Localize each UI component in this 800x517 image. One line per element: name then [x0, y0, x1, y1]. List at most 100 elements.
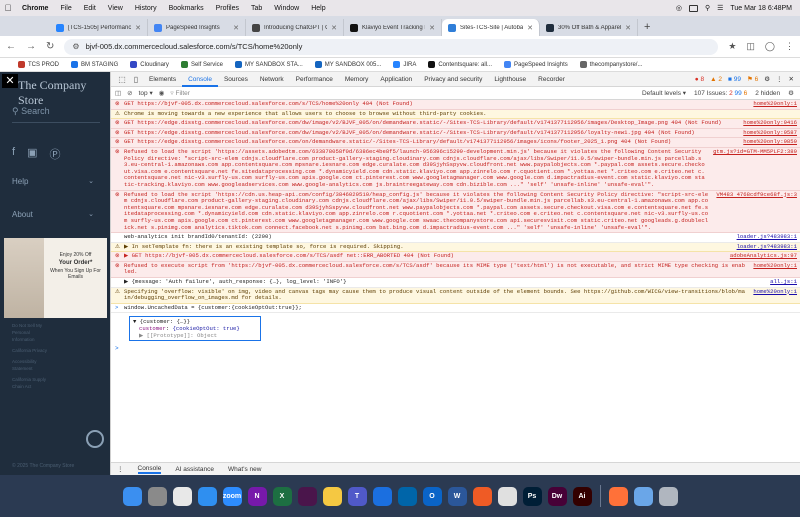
- email-signup-promo[interactable]: Enjoy 20% Off Your Order* When You Sign …: [4, 238, 107, 318]
- tab-network[interactable]: Network: [254, 72, 290, 87]
- bookmark-item[interactable]: Self Service: [180, 61, 223, 68]
- tab-lighthouse[interactable]: Lighthouse: [488, 72, 532, 87]
- error-count-badge[interactable]: ● 8: [695, 76, 704, 83]
- info-count-badge[interactable]: ■ 99: [728, 76, 741, 83]
- illustrator-icon[interactable]: Ai: [572, 486, 592, 506]
- console-message-plain[interactable]: ▶ {message: 'Auth failure', auth_respons…: [111, 278, 800, 288]
- site-info-icon[interactable]: ⚙: [72, 42, 79, 51]
- bookmark-item[interactable]: BM STAGING: [71, 61, 118, 68]
- menu-bookmarks[interactable]: Bookmarks: [163, 5, 210, 12]
- console-message-error[interactable]: ⊗ Refused to load the script 'https://ass…: [111, 147, 800, 191]
- tab-elements[interactable]: Elements: [143, 72, 182, 87]
- drawer-menu-icon[interactable]: ⋮: [117, 465, 124, 473]
- console-message-warn[interactable]: ⚠ Chrome is moving towards a new experien…: [111, 109, 800, 120]
- source-link[interactable]: gtm.js?id=GTM-MM5PLF2:389: [705, 148, 797, 189]
- pinterest-icon[interactable]: Ⓟ: [49, 146, 60, 162]
- console-output[interactable]: ⊗ GET https://bjvf-005.dx.commercecloud.s…: [111, 100, 800, 462]
- dreamweaver-icon[interactable]: Dw: [547, 486, 567, 506]
- browser-tab[interactable]: [TCS-1505] Performance | K✕: [50, 19, 148, 36]
- menu-edit[interactable]: Edit: [78, 5, 102, 12]
- menu-view[interactable]: View: [102, 5, 129, 12]
- trash-icon[interactable]: [658, 486, 678, 506]
- close-tab-icon[interactable]: ✕: [429, 24, 435, 32]
- folder-icon[interactable]: [633, 486, 653, 506]
- site-search[interactable]: ⚲ Search: [12, 106, 50, 117]
- source-link[interactable]: VM483 4768cdf9ce68f.js:3: [708, 191, 797, 232]
- inspect-element-icon[interactable]: ⬚: [115, 75, 129, 84]
- browser-tab[interactable]: Klaviyo Event Tracking Explai ✕: [344, 19, 442, 36]
- source-link[interactable]: home%20only:9859: [735, 139, 797, 146]
- close-tab-icon[interactable]: ✕: [331, 24, 337, 32]
- site-logo[interactable]: The Company Store: [18, 78, 110, 108]
- menu-window[interactable]: Window: [268, 5, 305, 12]
- menu-history[interactable]: History: [129, 5, 163, 12]
- more-options-icon[interactable]: ⋮: [776, 75, 783, 83]
- menu-profiles[interactable]: Profiles: [210, 5, 245, 12]
- instagram-icon[interactable]: ▣: [27, 146, 37, 162]
- console-message-error[interactable]: ⊗ GET https://bjvf-005.dx.commercecloud.s…: [111, 100, 800, 110]
- console-message-error[interactable]: ⊗ Refused to load the script 'https://cdn…: [111, 190, 800, 234]
- settings-gear-icon[interactable]: ⚙: [764, 75, 770, 83]
- forward-arrow-icon[interactable]: →: [26, 41, 36, 52]
- battery-icon[interactable]: [688, 4, 698, 12]
- chrome-icon[interactable]: [172, 486, 192, 506]
- console-message-warn[interactable]: ⚠ ▶ In setTemplate fn: there is an existi…: [111, 242, 800, 253]
- legal-link[interactable]: Accessibility Statement: [12, 358, 52, 372]
- outlook-icon[interactable]: O: [422, 486, 442, 506]
- console-message-error[interactable]: ⊗ GET https://edge.disstg.commercecloud.s…: [111, 119, 800, 129]
- launchpad-icon[interactable]: [147, 486, 167, 506]
- object-prototype[interactable]: ▶ [[Prototype]]: Object: [133, 332, 257, 339]
- photoshop-icon[interactable]: Ps: [522, 486, 542, 506]
- accessibility-badge-icon[interactable]: [86, 430, 104, 448]
- postman-icon[interactable]: [472, 486, 492, 506]
- close-tab-icon[interactable]: ✕: [135, 24, 141, 32]
- issues-link[interactable]: 107 Issues: 2 99 6: [694, 90, 747, 97]
- facebook-icon[interactable]: f: [12, 146, 15, 162]
- menu-help[interactable]: Help: [305, 5, 331, 12]
- console-message-warn[interactable]: ⚠ Specifying 'overflow: visible' on img, …: [111, 287, 800, 304]
- eye-icon[interactable]: ◉: [159, 89, 165, 97]
- legal-link[interactable]: California Privacy: [12, 347, 52, 354]
- close-tab-icon[interactable]: ✕: [527, 24, 533, 32]
- browser-tab[interactable]: Introducing ChatGPT | Openi ✕: [246, 19, 344, 36]
- vscode-icon[interactable]: [397, 486, 417, 506]
- bookmark-item[interactable]: JIRA: [393, 61, 416, 68]
- wifi-icon[interactable]: ◎: [676, 4, 682, 12]
- console-message-plain[interactable]: web-analytics init brandId0/tenantId: (2…: [111, 233, 800, 243]
- source-link[interactable]: adobeAnalytics.js:97: [722, 253, 797, 260]
- drawer-tab-ai-assistance[interactable]: AI assistance: [175, 466, 214, 473]
- word-icon[interactable]: W: [447, 486, 467, 506]
- control-center-icon[interactable]: ☰: [717, 4, 723, 12]
- apple-icon[interactable]: : [0, 3, 16, 13]
- source-link[interactable]: loader.js?483983:1: [729, 243, 797, 251]
- back-arrow-icon[interactable]: ←: [6, 41, 16, 52]
- bookmark-item[interactable]: Contentsquare: all...: [428, 61, 492, 68]
- tab-application[interactable]: Application: [374, 72, 418, 87]
- teams-icon[interactable]: T: [347, 486, 367, 506]
- console-message-error[interactable]: ⊗ Refused to execute script from 'https:/…: [111, 261, 800, 279]
- menu-kebab-icon[interactable]: ⋮: [785, 41, 794, 52]
- safari-icon[interactable]: [197, 486, 217, 506]
- device-toolbar-icon[interactable]: ▯: [129, 75, 143, 84]
- legal-link[interactable]: Do Not Sell My Personal Information: [12, 322, 52, 343]
- console-message-error[interactable]: ⊗ ▶ GET https://bjvf-005.dx.commercecloud…: [111, 252, 800, 262]
- notes-icon[interactable]: [322, 486, 342, 506]
- source-link[interactable]: home%20only:1: [745, 262, 797, 276]
- legal-link[interactable]: California Supply Chain Act: [12, 376, 52, 390]
- bookmark-item[interactable]: PageSpeed Insights: [504, 61, 568, 68]
- extensions-icon[interactable]: ◫: [746, 41, 755, 52]
- log-levels-dropdown[interactable]: Default levels ▾: [642, 89, 686, 97]
- bookmark-star-icon[interactable]: ★: [728, 41, 736, 52]
- slack-icon[interactable]: [297, 486, 317, 506]
- context-selector[interactable]: top ▾: [139, 89, 153, 97]
- zoom-icon[interactable]: zoom: [222, 486, 242, 506]
- bookmark-item[interactable]: Cloudinary: [130, 61, 169, 68]
- profile-avatar-icon[interactable]: ◯: [765, 41, 775, 52]
- drawer-tab-console[interactable]: Console: [137, 465, 162, 474]
- tab-performance[interactable]: Performance: [290, 72, 339, 87]
- issues-count-badge[interactable]: ⚑ 6: [747, 75, 758, 83]
- source-link[interactable]: [789, 305, 797, 312]
- object-property[interactable]: customer: {cookieOptOut: true}: [133, 325, 257, 332]
- close-tab-icon[interactable]: ✕: [625, 24, 631, 32]
- warning-count-badge[interactable]: ▲ 2: [710, 76, 722, 83]
